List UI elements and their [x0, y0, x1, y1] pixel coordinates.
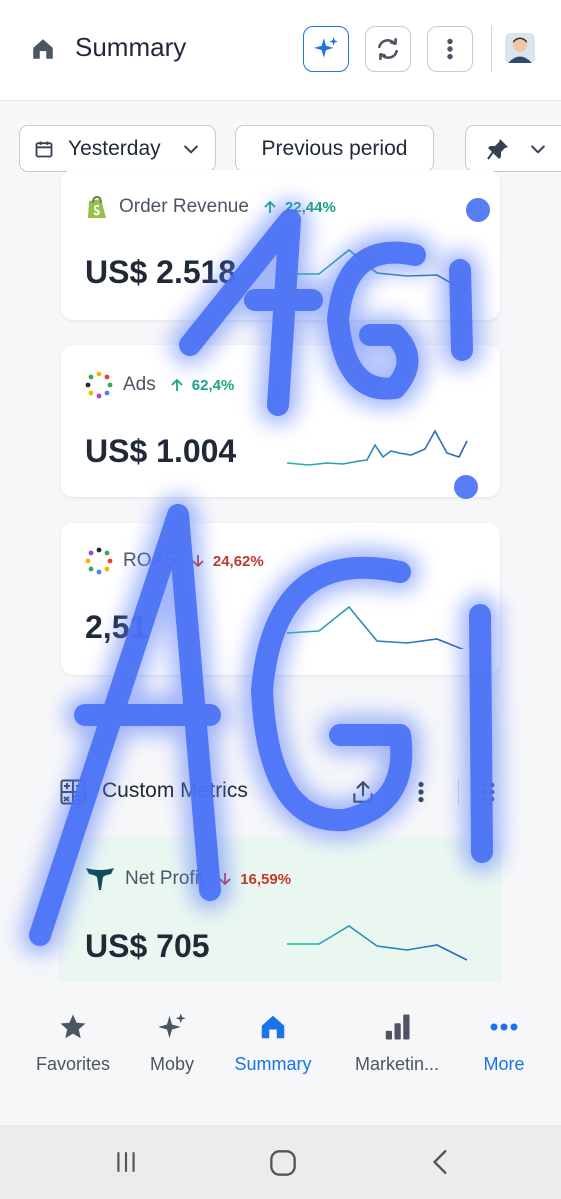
home-button-icon[interactable]: [269, 1149, 297, 1177]
system-navigation-bar: [0, 1125, 561, 1199]
star-icon: [60, 1014, 86, 1039]
nav-label: Moby: [149, 1054, 194, 1074]
sparkline-chart: [287, 605, 465, 649]
metric-card-roas[interactable]: ROAS 24,62% 2,51: [61, 523, 500, 675]
metric-card-header: Order Revenue 22,44%: [85, 194, 336, 220]
dots-ring-icon: [85, 371, 113, 399]
dots-horizontal-icon: [490, 1023, 518, 1031]
metric-change-value: 24,62%: [212, 552, 264, 570]
bottom-navigation: Favorites Moby Summary Marketin... More: [0, 982, 561, 1125]
refresh-button[interactable]: [365, 26, 411, 72]
nav-label: Favorites: [35, 1054, 111, 1074]
home-icon[interactable]: [30, 36, 56, 62]
metric-change: 24,62%: [191, 553, 264, 570]
drag-handle-icon[interactable]: [476, 779, 500, 805]
shopify-icon: [88, 195, 106, 218]
sparkline-chart: [287, 248, 468, 292]
nav-label: Summary: [234, 1054, 312, 1074]
metric-card-net-profit[interactable]: Net Profit 16,59% US$ 705: [61, 838, 500, 982]
sparkle-icon: [314, 37, 338, 58]
arrow-up-icon: [264, 200, 276, 213]
share-icon[interactable]: [350, 779, 376, 805]
section-title: Custom Metrics: [102, 779, 248, 802]
back-icon[interactable]: [428, 1149, 454, 1175]
kebab-menu-icon[interactable]: [408, 779, 434, 805]
nav-label: More: [483, 1054, 525, 1074]
date-range-dropdown[interactable]: Yesterday: [19, 125, 216, 172]
metric-value: US$ 1.004: [85, 433, 237, 469]
calculator-icon: [60, 779, 86, 805]
metric-change-value: 16,59%: [240, 870, 292, 888]
sparkline-chart: [287, 429, 468, 466]
metric-change: 62,4%: [170, 376, 235, 394]
dots-ring-icon: [85, 547, 113, 575]
triple-whale-icon: [86, 868, 114, 890]
nav-item-favorites[interactable]: Favorites: [18, 1012, 128, 1075]
arrow-down-icon: [192, 555, 204, 568]
metric-card-ads[interactable]: Ads 62,4% US$ 1.004: [61, 345, 500, 497]
recent-apps-icon[interactable]: [113, 1149, 139, 1175]
nav-label: Marketin...: [354, 1054, 440, 1074]
metric-name: Order Revenue: [119, 196, 249, 217]
metric-name: ROAS: [123, 550, 177, 571]
metric-name: Net Profit: [125, 868, 205, 889]
metric-card-header: Ads 62,4%: [85, 371, 234, 399]
nav-item-summary[interactable]: Summary: [218, 1012, 328, 1075]
nav-item-moby[interactable]: Moby: [117, 1012, 227, 1075]
metric-change-value: 62,4%: [191, 376, 235, 394]
comparison-label: Previous period: [261, 136, 408, 160]
nav-item-more[interactable]: More: [449, 1012, 559, 1075]
metric-value: US$ 705: [85, 928, 210, 964]
arrow-down-icon: [219, 873, 231, 886]
custom-metrics-header: Custom Metrics: [60, 773, 500, 813]
bar-chart-icon: [385, 1014, 410, 1040]
top-app-bar: Summary: [0, 0, 561, 101]
metric-card-header: ROAS 24,62%: [85, 547, 264, 575]
comparison-period-button[interactable]: Previous period: [235, 125, 434, 172]
metric-card-order-revenue[interactable]: Order Revenue 22,44% US$ 2.518: [61, 170, 500, 320]
section-divider: [458, 779, 459, 805]
chevron-down-icon: [184, 145, 198, 154]
metric-value: US$ 2.518: [85, 254, 237, 290]
more-options-button[interactable]: [427, 26, 473, 72]
metric-change: 16,59%: [218, 871, 291, 888]
calendar-icon: [35, 141, 53, 157]
user-avatar-icon: [505, 33, 535, 63]
refresh-icon: [378, 37, 398, 61]
header-divider: [491, 26, 492, 72]
metric-change-value: 22,44%: [284, 198, 336, 216]
sparkline-chart: [287, 925, 468, 961]
arrow-up-icon: [171, 378, 183, 391]
avatar[interactable]: [505, 33, 535, 63]
home-icon: [261, 1015, 285, 1039]
pin-dropdown[interactable]: [465, 125, 561, 172]
page-title: Summary: [75, 32, 187, 62]
metric-change: 22,44%: [263, 199, 336, 216]
date-range-label: Yesterday: [68, 136, 161, 160]
chevron-down-icon: [531, 145, 545, 154]
sparkle-icon: [158, 1013, 186, 1039]
ai-button[interactable]: [303, 26, 349, 72]
kebab-menu-icon: [447, 38, 453, 60]
metric-value: 2,51: [85, 609, 148, 645]
nav-item-marketing[interactable]: Marketin...: [342, 1012, 452, 1075]
metric-card-header: Net Profit 16,59%: [85, 866, 291, 892]
metric-name: Ads: [123, 374, 156, 395]
pin-icon: [487, 138, 508, 160]
